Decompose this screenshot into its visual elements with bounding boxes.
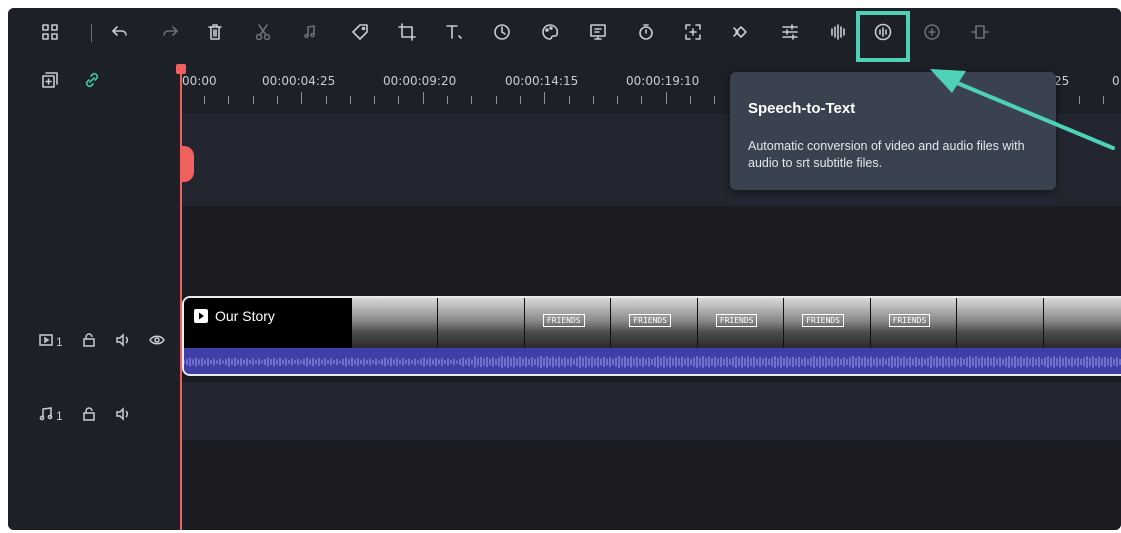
undo-icon[interactable] [108,20,132,44]
layout-icon[interactable] [38,20,62,44]
cut-icon[interactable] [251,20,275,44]
color-icon[interactable] [538,20,562,44]
link-icon[interactable] [80,68,104,92]
lock-icon[interactable] [81,332,97,351]
playhead[interactable] [180,64,182,530]
tag-icon[interactable] [348,20,372,44]
ruler-tick [714,96,716,104]
speed-icon[interactable] [490,20,514,44]
toolbar-divider [91,24,92,42]
timer-icon[interactable] [634,20,658,44]
track-header-panel: 1 1 [8,64,180,530]
keyframe-icon[interactable] [729,20,753,44]
thumbnail: FRIENDS [611,298,698,348]
ruler-tick [398,96,400,104]
video-track-number: 1 [56,334,63,349]
ruler-tick [544,92,546,104]
editor-window: 1 1 00:00 00:00:04:25 00:00:09:20 00:00:… [8,8,1121,530]
zoom-icon[interactable] [681,20,705,44]
play-icon [194,309,208,323]
add-track-icon[interactable] [38,68,62,92]
playhead-marker[interactable] [180,146,194,182]
audio-icon[interactable] [298,20,322,44]
thumbnail [957,298,1044,348]
ruler-tick [665,92,667,104]
thumbnail [1043,298,1121,348]
thumbnail-text: FRIENDS [888,314,931,327]
crop-icon[interactable] [395,20,419,44]
audio-track-header: 1 [38,406,131,425]
ruler-tick [422,92,424,104]
waveform [184,356,1121,368]
delete-icon[interactable] [203,20,227,44]
ruler-tick [325,96,327,104]
eye-icon[interactable] [148,332,165,351]
ruler-tick [349,96,351,104]
ruler-tick [447,96,448,104]
audio-track-lane[interactable] [180,382,1121,440]
clip-title: Our Story [215,308,275,324]
ruler-tick [641,96,643,104]
auto-reframe-icon[interactable] [920,20,944,44]
ruler-tick [204,96,205,104]
thumbnail: FRIENDS [524,298,612,348]
green-screen-icon[interactable] [586,20,610,44]
empty-track-area[interactable] [180,206,1121,298]
ruler-tick [252,96,254,104]
freeze-frame-icon[interactable] [968,20,992,44]
ruler-tick [471,96,473,104]
thumbnail-text: FRIENDS [629,314,672,327]
volume-icon[interactable] [115,332,131,351]
toolbar [8,8,1121,64]
ruler-tick [690,96,691,104]
redo-icon[interactable] [158,20,182,44]
ruler-tick [228,96,230,104]
speech-to-text-highlight [856,11,910,62]
audio-track-number: 1 [56,408,63,423]
ruler-label: 00:00:19:10 [626,74,700,88]
thumbnail-text: FRIENDS [542,314,585,327]
audio-mixer-icon[interactable] [826,20,850,44]
video-clip[interactable]: Our Story FRIENDS FRIENDS FRIENDS FRIEND… [182,296,1121,376]
ruler-label: 00:00:09:20 [383,74,457,88]
ruler-tick [592,96,594,104]
clip-audio-waveform [184,348,1121,374]
adjust-icon[interactable] [778,20,802,44]
ruler-tick [617,96,619,104]
thumbnail [438,298,525,348]
ruler-label: 00:00 [182,74,217,88]
lock-icon[interactable] [81,406,97,425]
thumbnail: FRIENDS [784,298,871,348]
text-icon[interactable] [442,20,466,44]
thumbnail: FRIENDS [697,298,785,348]
ruler-tick [519,96,521,104]
ruler-tick [374,96,376,104]
thumbnail-text: FRIENDS [802,314,844,327]
ruler-label: 00:00:14:15 [505,74,579,88]
thumbnail [352,298,439,348]
ruler-tick [301,92,303,104]
ruler-tick [568,96,570,104]
music-note-icon [38,406,54,425]
ruler-label: 00:00:04:25 [262,74,336,88]
volume-icon[interactable] [115,406,131,425]
clip-title-area: Our Story [184,298,352,348]
ruler-tick [495,96,497,104]
video-track-icon [38,332,54,351]
clip-thumbnails: FRIENDS FRIENDS FRIENDS FRIENDS FRIENDS [352,298,1121,348]
thumbnail-text: FRIENDS [715,314,758,327]
ruler-tick [276,96,278,104]
video-track-header: 1 [38,332,165,351]
pointer-arrow [930,69,1115,150]
tooltip-title: Speech-to-Text [748,100,856,117]
thumbnail: FRIENDS [870,298,958,348]
